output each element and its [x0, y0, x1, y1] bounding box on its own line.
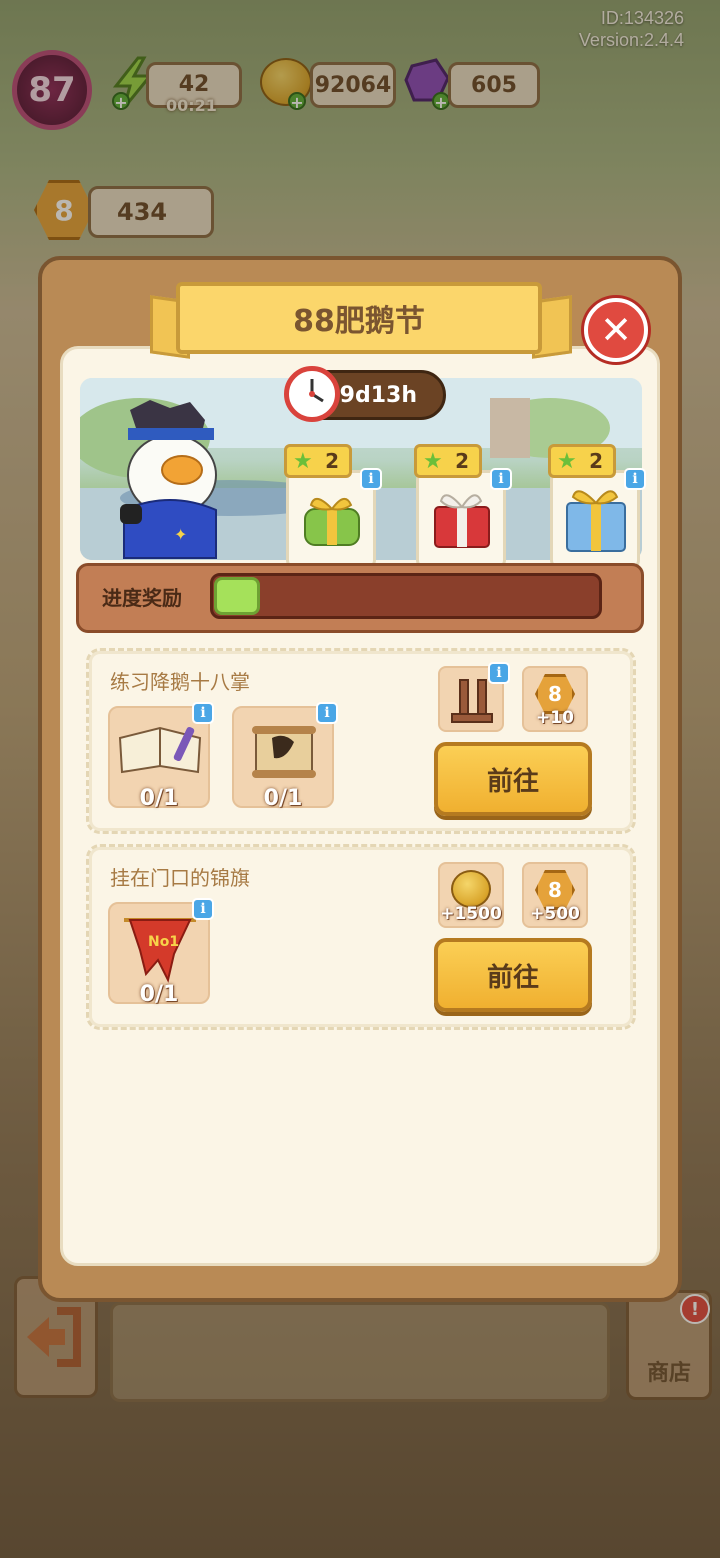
info-icon[interactable]: i — [624, 468, 646, 490]
info-icon[interactable]: i — [316, 702, 338, 724]
task-reward-amount: +10 — [536, 708, 574, 728]
task-reward-amount: +1500 — [440, 904, 502, 924]
progress-bar — [210, 573, 602, 619]
star-icon: ★ — [293, 449, 313, 474]
reward-stars-2: ★ 2 — [414, 444, 482, 478]
progress-fill — [214, 577, 260, 615]
progress-label: 进度奖励 — [102, 586, 182, 610]
info-icon[interactable]: i — [360, 468, 382, 490]
svg-text:No1: No1 — [148, 934, 179, 950]
reward-stars-3: ★ 2 — [548, 444, 616, 478]
star-icon: ★ — [557, 449, 577, 474]
task-title-1: 练习降鹅十八掌 — [110, 670, 250, 694]
star-icon: ★ — [423, 449, 443, 474]
info-icon[interactable]: i — [192, 898, 214, 920]
go-button[interactable]: 前往 — [434, 938, 592, 1012]
task-reward-amount: +500 — [530, 904, 580, 924]
coin-icon — [451, 870, 491, 908]
go-button[interactable]: 前往 — [434, 742, 592, 816]
task-item-count: 0/1 — [139, 982, 179, 1007]
info-icon[interactable]: i — [192, 702, 214, 724]
clock-icon — [284, 366, 340, 422]
close-button[interactable]: ✕ — [584, 298, 648, 362]
task-title-2: 挂在门口的锦旗 — [110, 866, 250, 890]
task-item-count: 0/1 — [263, 786, 303, 811]
modal-title: 88肥鹅节 — [176, 282, 542, 354]
svg-text:✦: ✦ — [174, 525, 187, 544]
reward-stars-value-3: 2 — [589, 449, 603, 473]
task-item-count: 0/1 — [139, 786, 179, 811]
reward-stars-1: ★ 2 — [284, 444, 352, 478]
reward-stars-value-1: 2 — [325, 449, 339, 473]
info-icon[interactable]: i — [490, 468, 512, 490]
reward-stars-value-2: 2 — [455, 449, 469, 473]
duck-character-icon: ✦ — [110, 400, 230, 564]
info-icon[interactable]: i — [488, 662, 510, 684]
